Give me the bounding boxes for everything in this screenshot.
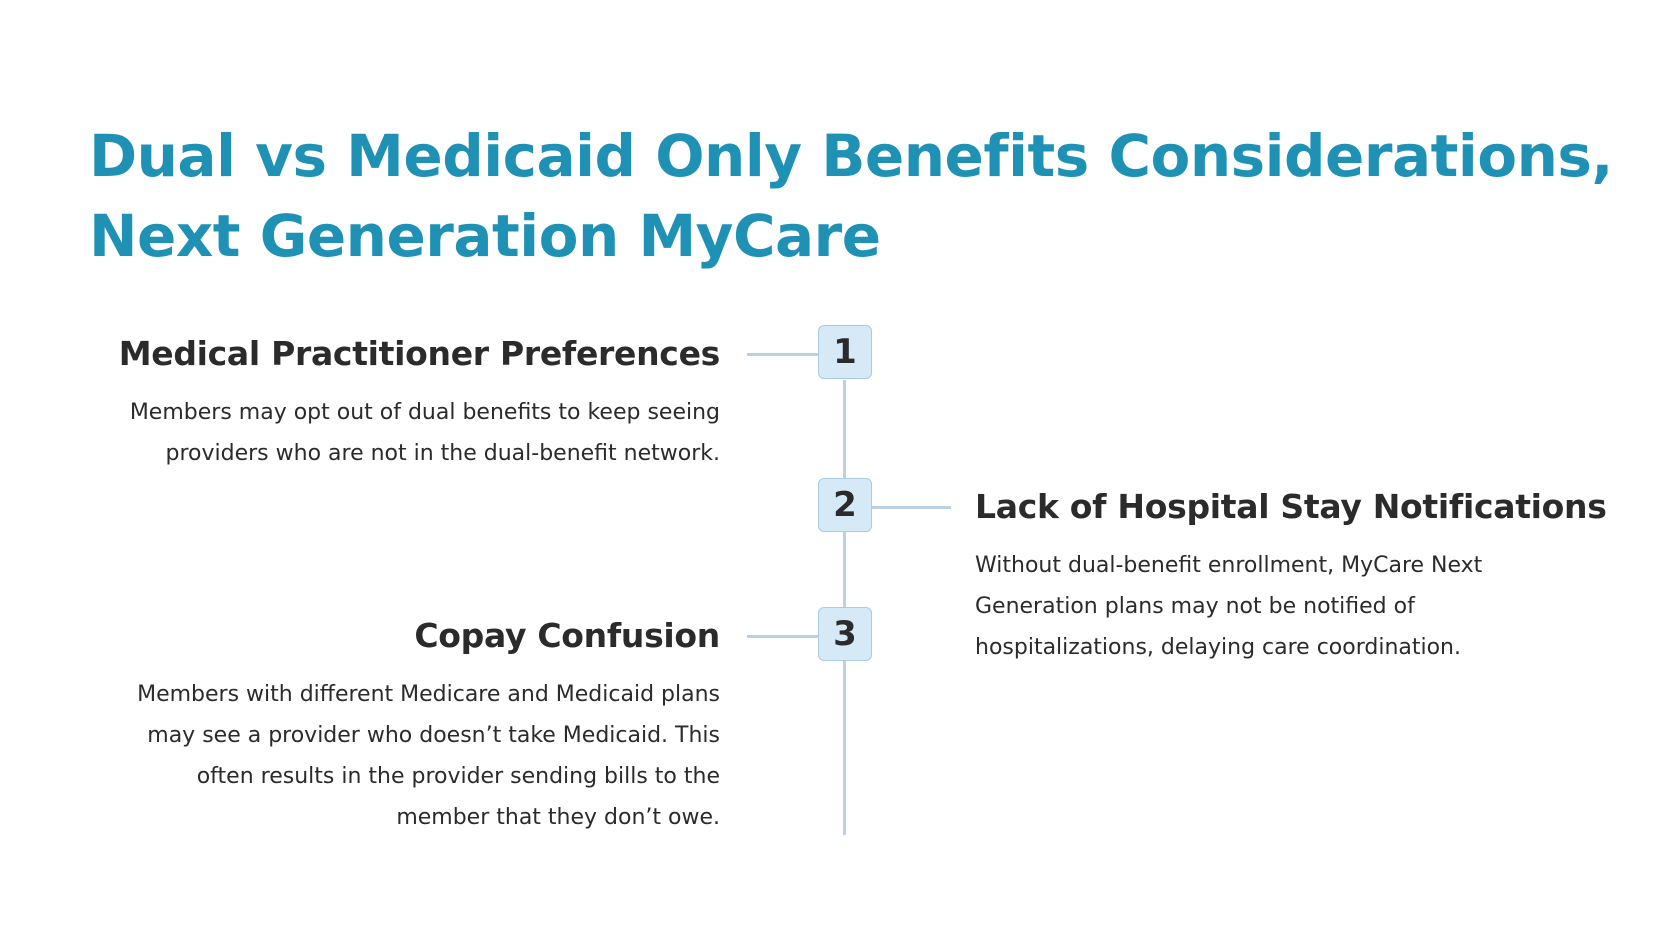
page-title: Dual vs Medicaid Only Benefits Considera… <box>89 116 1613 276</box>
step-3-connector <box>747 635 821 638</box>
step-2-description: Without dual-benefit enrollment, MyCare … <box>975 545 1482 668</box>
step-1-connector <box>747 353 821 356</box>
step-1-description: Members may opt out of dual benefits to … <box>130 392 720 474</box>
step-1-heading: Medical Practitioner Preferences <box>118 334 721 373</box>
title-line-2: Next Generation MyCare <box>89 202 881 270</box>
title-line-1: Dual vs Medicaid Only Benefits Considera… <box>89 122 1613 190</box>
step-1-description-line: Members may opt out of dual benefits to … <box>129 400 720 425</box>
step-2-description-line: hospitalizations, delaying care coordina… <box>975 635 1461 660</box>
step-3-description-line: Members with different Medicare and Medi… <box>137 682 720 707</box>
step-2-heading: Lack of Hospital Stay Notifications <box>975 487 1607 526</box>
step-3-description: Members with different Medicare and Medi… <box>137 674 720 838</box>
step-3-description-line: may see a provider who doesn’t take Medi… <box>147 723 720 748</box>
step-3-heading: Copay Confusion <box>414 616 720 655</box>
step-2-connector <box>872 506 951 509</box>
step-1-description-line: providers who are not in the dual-benefi… <box>165 441 720 466</box>
step-3-description-line: member that they don’t owe. <box>396 805 720 830</box>
step-1-number-box: 1 <box>818 325 872 379</box>
step-2-description-line: Without dual-benefit enrollment, MyCare … <box>975 553 1483 578</box>
step-2-number-box: 2 <box>818 478 872 532</box>
step-2-description-line: Generation plans may not be notified of <box>975 594 1415 619</box>
step-3-description-line: often results in the provider sending bi… <box>196 764 720 789</box>
step-3-number-box: 3 <box>818 607 872 661</box>
